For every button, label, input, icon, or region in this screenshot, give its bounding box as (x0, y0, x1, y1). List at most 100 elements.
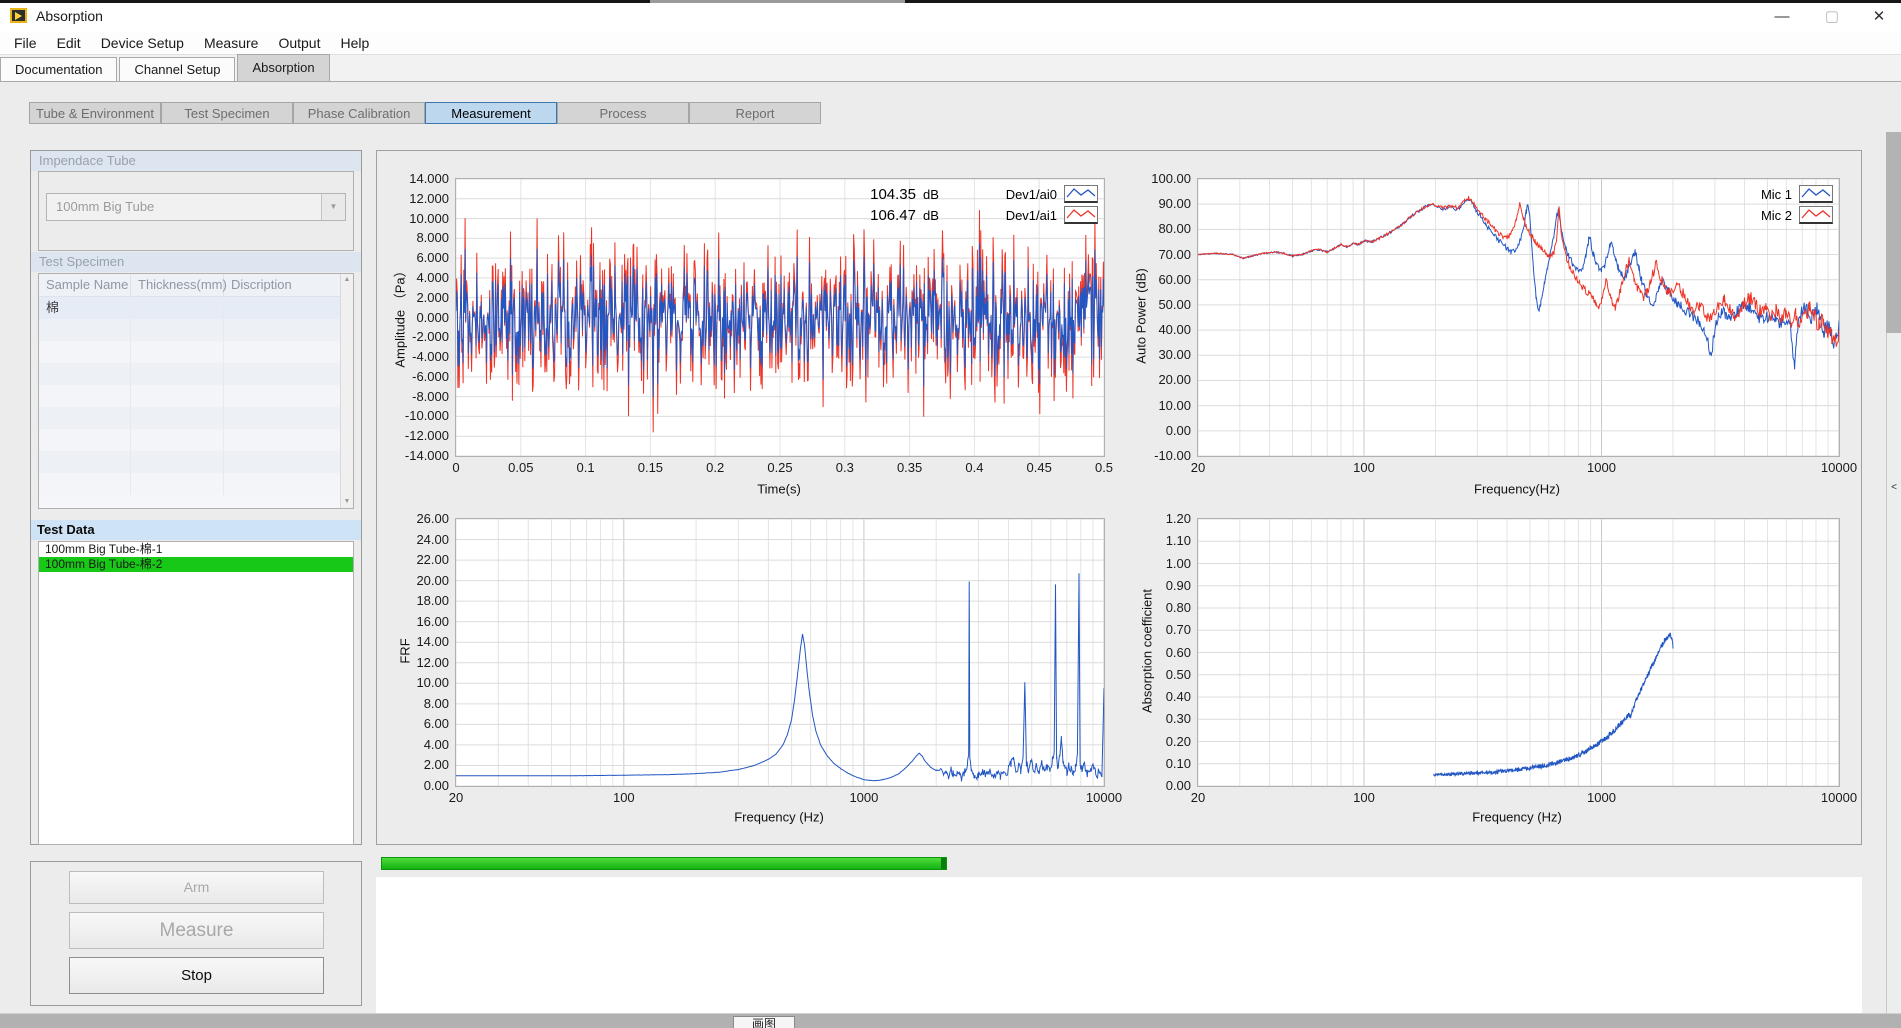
y-tick-label: 0.00 (424, 778, 449, 793)
y-tick-label: 4.000 (416, 270, 449, 285)
table-cell (131, 429, 224, 451)
impedance-tube-dropdown[interactable]: 100mm Big Tube ▼ (46, 193, 346, 221)
right-splitter-thumb[interactable] (1886, 333, 1901, 1013)
collapse-left-icon[interactable]: < (1888, 481, 1900, 495)
y-axis-label-absorption: Absorption coefficient (1140, 589, 1155, 713)
y-tick-label: -2.000 (412, 329, 449, 344)
y-tick-label: 22.00 (416, 552, 449, 567)
x-tick-label: 0.5 (1095, 460, 1113, 475)
table-cell (39, 429, 131, 451)
table-cell (224, 297, 340, 319)
measure-button[interactable]: Measure (69, 912, 324, 949)
tab-channel-setup[interactable]: Channel Setup (119, 57, 235, 81)
menu-edit[interactable]: Edit (47, 31, 91, 55)
scroll-up-icon[interactable]: ▲ (341, 274, 353, 286)
subtab-measurement[interactable]: Measurement (425, 102, 557, 124)
y-tick-label: 0.40 (1166, 689, 1191, 704)
y-tick-label: 6.00 (424, 716, 449, 731)
table-row[interactable] (39, 429, 353, 451)
table-row[interactable] (39, 341, 353, 363)
tab-documentation[interactable]: Documentation (0, 57, 117, 81)
test-specimen-table-header: Sample NameThickness(mm)Discription (39, 274, 353, 297)
x-tick-label: 100 (1353, 790, 1375, 805)
y-tick-label: 2.00 (424, 757, 449, 772)
y-tick-label: 0.60 (1166, 645, 1191, 660)
list-item[interactable]: 100mm Big Tube-棉-2 (39, 557, 353, 572)
test-data-header: Test Data (31, 520, 361, 540)
absorption-chart: 1.201.101.000.900.800.700.600.500.400.30… (1197, 518, 1840, 787)
legend-name: Dev1/ai1 (985, 208, 1057, 223)
test-specimen-table[interactable]: Sample NameThickness(mm)Discription 棉 ▲ … (38, 273, 354, 509)
table-row[interactable] (39, 363, 353, 385)
x-tick-label: 0 (452, 460, 459, 475)
bottom-tab-draw[interactable]: 画图 (733, 1016, 795, 1028)
table-row[interactable]: 棉 (39, 297, 353, 319)
test-specimen-scrollbar[interactable]: ▲ ▼ (340, 274, 353, 508)
table-row[interactable] (39, 407, 353, 429)
x-tick-label: 10000 (1821, 460, 1857, 475)
y-tick-label: 70.00 (1158, 247, 1191, 262)
table-row[interactable] (39, 385, 353, 407)
table-cell (39, 473, 131, 495)
table-cell (224, 385, 340, 407)
y-tick-label: 0.50 (1166, 667, 1191, 682)
y-axis-label-autopower: Auto Power (dB) (1134, 268, 1149, 363)
y-tick-label: 10.000 (409, 211, 449, 226)
table-row[interactable] (39, 451, 353, 473)
test-data-list[interactable]: 100mm Big Tube-棉-1100mm Big Tube-棉-2 (38, 541, 354, 845)
subtab-test-specimen[interactable]: Test Specimen (161, 102, 293, 124)
column-header-thickness-mm[interactable]: Thickness(mm) (131, 274, 224, 296)
plot-legend-icon[interactable] (1799, 206, 1833, 224)
arm-button[interactable]: Arm (69, 871, 324, 904)
y-tick-label: 0.70 (1166, 622, 1191, 637)
y-tick-label: 14.000 (409, 171, 449, 186)
close-button[interactable]: ✕ (1856, 3, 1901, 30)
y-tick-label: 8.00 (424, 696, 449, 711)
stop-button[interactable]: Stop (69, 957, 324, 994)
y-tick-label: -6.000 (412, 369, 449, 384)
impedance-tube-value: 100mm Big Tube (56, 194, 154, 220)
maximize-button[interactable]: ▢ (1809, 3, 1855, 30)
tab-absorption[interactable]: Absorption (237, 54, 329, 81)
menu-device-setup[interactable]: Device Setup (91, 31, 194, 55)
table-cell (131, 341, 224, 363)
menu-measure[interactable]: Measure (194, 31, 268, 55)
table-cell (131, 385, 224, 407)
y-tick-label: 0.00 (1166, 778, 1191, 793)
menu-output[interactable]: Output (268, 31, 330, 55)
scroll-down-icon[interactable]: ▼ (341, 496, 353, 508)
table-cell (224, 473, 340, 495)
y-tick-label: 60.00 (1158, 272, 1191, 287)
chevron-down-icon[interactable]: ▼ (321, 194, 345, 220)
subtab-process[interactable]: Process (557, 102, 689, 124)
table-cell (131, 473, 224, 495)
table-cell (224, 319, 340, 341)
menu-file[interactable]: File (4, 31, 47, 55)
y-tick-label: 90.00 (1158, 196, 1191, 211)
column-header-discription[interactable]: Discription (224, 274, 340, 296)
subtab-tube-environment[interactable]: Tube & Environment (29, 102, 161, 124)
bottom-strip (0, 1014, 1901, 1028)
plot-legend-icon[interactable] (1799, 185, 1833, 203)
plot-legend-icon[interactable] (1064, 185, 1098, 203)
auto-power-chart: 100.0090.0080.0070.0060.0050.0040.0030.0… (1197, 178, 1840, 457)
table-row[interactable] (39, 473, 353, 495)
y-tick-label: 20.00 (416, 573, 449, 588)
list-item[interactable]: 100mm Big Tube-棉-1 (39, 542, 353, 557)
x-tick-label: 100 (1353, 460, 1375, 475)
table-cell (224, 363, 340, 385)
subtab-phase-calibration[interactable]: Phase Calibration (293, 102, 425, 124)
minimize-button[interactable]: — (1759, 3, 1805, 30)
menu-help[interactable]: Help (330, 31, 379, 55)
subtab-report[interactable]: Report (689, 102, 821, 124)
legend-row: Mic 2 (1746, 205, 1833, 225)
test-specimen-table-body[interactable]: 棉 (39, 297, 353, 495)
measurement-progress-bar (381, 857, 947, 870)
y-tick-label: 0.00 (1166, 423, 1191, 438)
right-splitter-track (1886, 132, 1901, 333)
cursor-unit: dB (916, 187, 949, 202)
progress-bar-cap (941, 858, 946, 869)
table-row[interactable] (39, 319, 353, 341)
plot-legend-icon[interactable] (1064, 206, 1098, 224)
column-header-sample-name[interactable]: Sample Name (39, 274, 131, 296)
